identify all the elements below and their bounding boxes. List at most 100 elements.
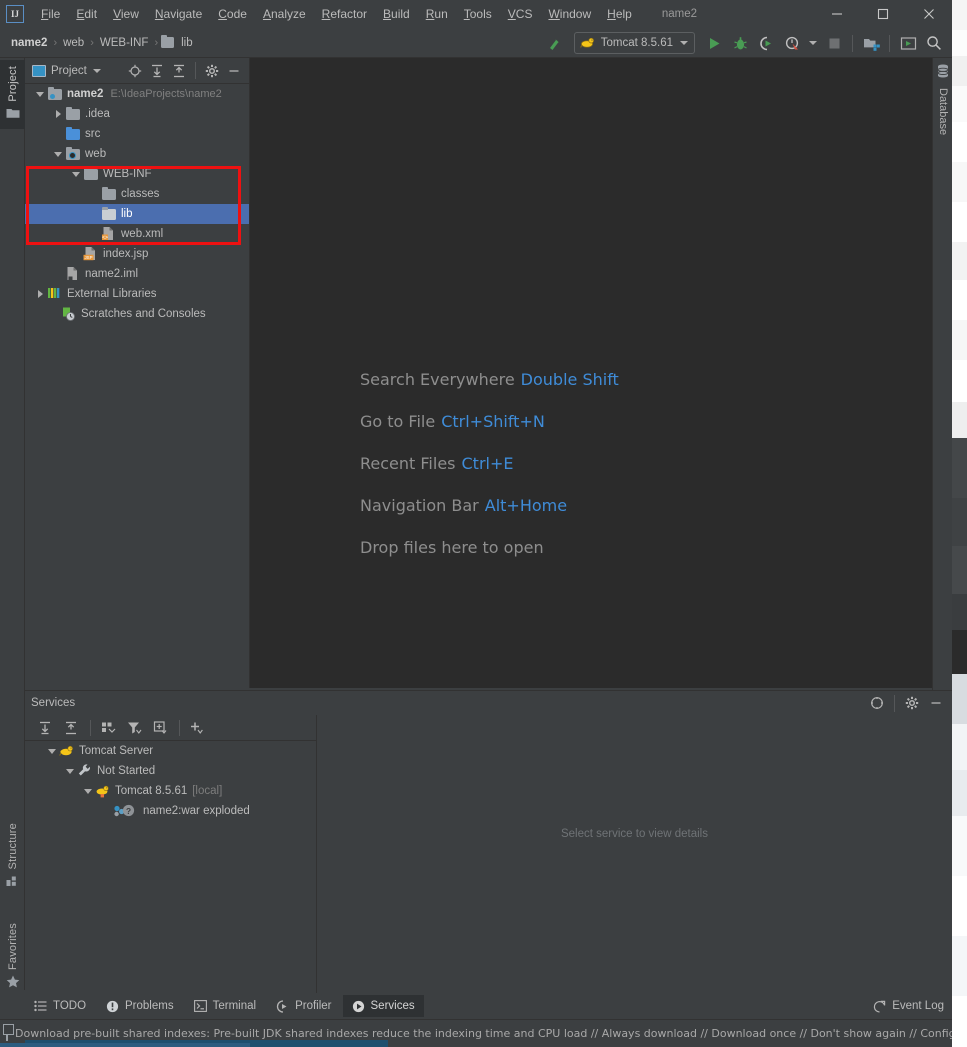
bottom-tab-problems[interactable]: Problems [97,995,183,1017]
locate-icon[interactable] [124,60,146,82]
hint-shortcut: Double Shift [521,370,619,389]
bottom-tab-todo[interactable]: TODO [25,995,95,1017]
filter-icon[interactable] [122,716,146,740]
profiler-icon [276,1000,289,1013]
menu-code[interactable]: Code [210,3,255,25]
menu-bar: IJ File Edit View Navigate Code Analyze … [0,0,952,28]
tree-node-index-jsp[interactable]: JSP index.jsp [25,244,249,264]
services-tool-window: Services [25,690,952,993]
maximize-icon[interactable] [860,0,906,28]
run-coverage-icon[interactable] [754,31,778,55]
tree-node-web[interactable]: web [25,144,249,164]
chevron-down-icon[interactable] [33,84,47,104]
breadcrumb-item-name2[interactable]: name2 [8,35,50,51]
hide-icon[interactable] [223,60,245,82]
group-by-icon[interactable] [96,716,120,740]
settings-gear-icon[interactable] [201,60,223,82]
collapse-all-icon[interactable] [168,60,190,82]
help-icon[interactable] [865,691,889,715]
chevron-down-icon[interactable] [69,164,83,184]
services-node-label: name2:war exploded [143,805,250,817]
minimize-icon[interactable] [814,0,860,28]
run-configuration-selector[interactable]: Tomcat 8.5.61 [574,32,695,54]
sidebar-item-database[interactable]: Database [933,64,952,135]
bottom-bar-right: Event Log [873,1000,952,1013]
left-tool-window-bar: Project Structure Favorites [0,58,25,990]
sidebar-item-favorites[interactable]: Favorites [0,923,25,993]
project-panel-actions [124,60,249,82]
chevron-down-icon[interactable] [81,781,95,801]
editor-shortcut-hints: Search EverywhereDouble Shift Go to File… [360,370,619,580]
collapse-all-icon[interactable] [59,716,83,740]
event-log-button[interactable]: Event Log [873,1000,944,1013]
breadcrumb-item-webinf[interactable]: WEB-INF [97,35,152,51]
menu-file[interactable]: File [33,3,68,25]
bottom-tab-profiler[interactable]: Profiler [267,995,340,1017]
search-icon[interactable] [922,31,946,55]
menu-tools[interactable]: Tools [456,3,500,25]
layout-icon[interactable] [6,1027,8,1041]
add-service-icon[interactable] [185,716,209,740]
chevron-down-icon[interactable] [806,31,820,55]
tree-node-idea[interactable]: .idea [25,104,249,124]
hide-icon[interactable] [924,691,948,715]
menu-vcs[interactable]: VCS [500,3,541,25]
breadcrumb-item-lib[interactable]: lib [178,35,196,51]
tree-node-name2[interactable]: name2 E:\IdeaProjects\name2 [25,84,249,104]
services-node-label: Tomcat Server [79,745,153,757]
chevron-right-icon[interactable] [51,104,65,124]
bottom-tab-services[interactable]: Services [343,995,424,1017]
close-icon[interactable] [906,0,952,28]
expand-all-icon[interactable] [33,716,57,740]
tree-node-src[interactable]: src [25,124,249,144]
bottom-tab-label: Profiler [295,1000,331,1012]
tree-node-classes[interactable]: classes [25,184,249,204]
menu-edit[interactable]: Edit [68,3,105,25]
profile-icon[interactable] [780,31,804,55]
services-node-not-started[interactable]: Not Started [25,761,316,781]
add-tab-icon[interactable] [148,716,172,740]
services-node-artifact[interactable]: ? name2:war exploded [25,801,316,821]
services-node-tomcat-server[interactable]: Tomcat Server [25,741,316,761]
build-icon[interactable] [543,31,567,55]
sidebar-item-structure[interactable]: Structure [0,823,25,892]
menu-refactor[interactable]: Refactor [314,3,375,25]
editor-area[interactable]: Search EverywhereDouble Shift Go to File… [250,58,932,688]
menu-view[interactable]: View [105,3,147,25]
bottom-tab-terminal[interactable]: Terminal [185,995,265,1017]
menu-help[interactable]: Help [599,3,640,25]
tree-node-name2-iml[interactable]: name2.iml [25,264,249,284]
tree-node-label: Scratches and Consoles [81,308,206,320]
menu-build[interactable]: Build [375,3,418,25]
chevron-right-icon[interactable] [33,284,47,304]
menu-navigate[interactable]: Navigate [147,3,210,25]
tree-node-web-inf[interactable]: WEB-INF [25,164,249,184]
expand-all-icon[interactable] [146,60,168,82]
sidebar-item-project[interactable]: Project [0,60,25,129]
breadcrumb-item-web[interactable]: web [60,35,87,51]
chevron-down-icon[interactable] [93,69,101,73]
chevron-down-icon[interactable] [63,761,77,781]
services-node-tomcat-8561[interactable]: Tomcat 8.5.61 [local] [25,781,316,801]
tree-node-label: name2 [67,88,103,100]
debug-icon[interactable] [728,31,752,55]
settings-gear-icon[interactable] [900,691,924,715]
tree-node-web-xml[interactable]: <> web.xml [25,224,249,244]
chevron-down-icon[interactable] [45,741,59,761]
hint-recent-files: Recent FilesCtrl+E [360,454,619,473]
project-panel-title: Project [51,65,87,77]
structure-icon [6,874,19,892]
menu-run[interactable]: Run [418,3,456,25]
project-structure-icon[interactable] [859,31,883,55]
update-running-application-icon[interactable] [896,31,920,55]
svg-text:<>: <> [102,235,108,241]
status-message[interactable]: Download pre-built shared indexes: Pre-b… [15,1027,952,1040]
tree-node-lib[interactable]: lib [25,204,249,224]
run-icon[interactable] [702,31,726,55]
chevron-down-icon[interactable] [51,144,65,164]
menu-analyze[interactable]: Analyze [255,3,314,25]
tree-node-scratches-and-consoles[interactable]: Scratches and Consoles [25,304,249,324]
menu-window[interactable]: Window [540,3,599,25]
chevron-down-icon[interactable] [680,41,688,45]
tree-node-external-libraries[interactable]: External Libraries [25,284,249,304]
